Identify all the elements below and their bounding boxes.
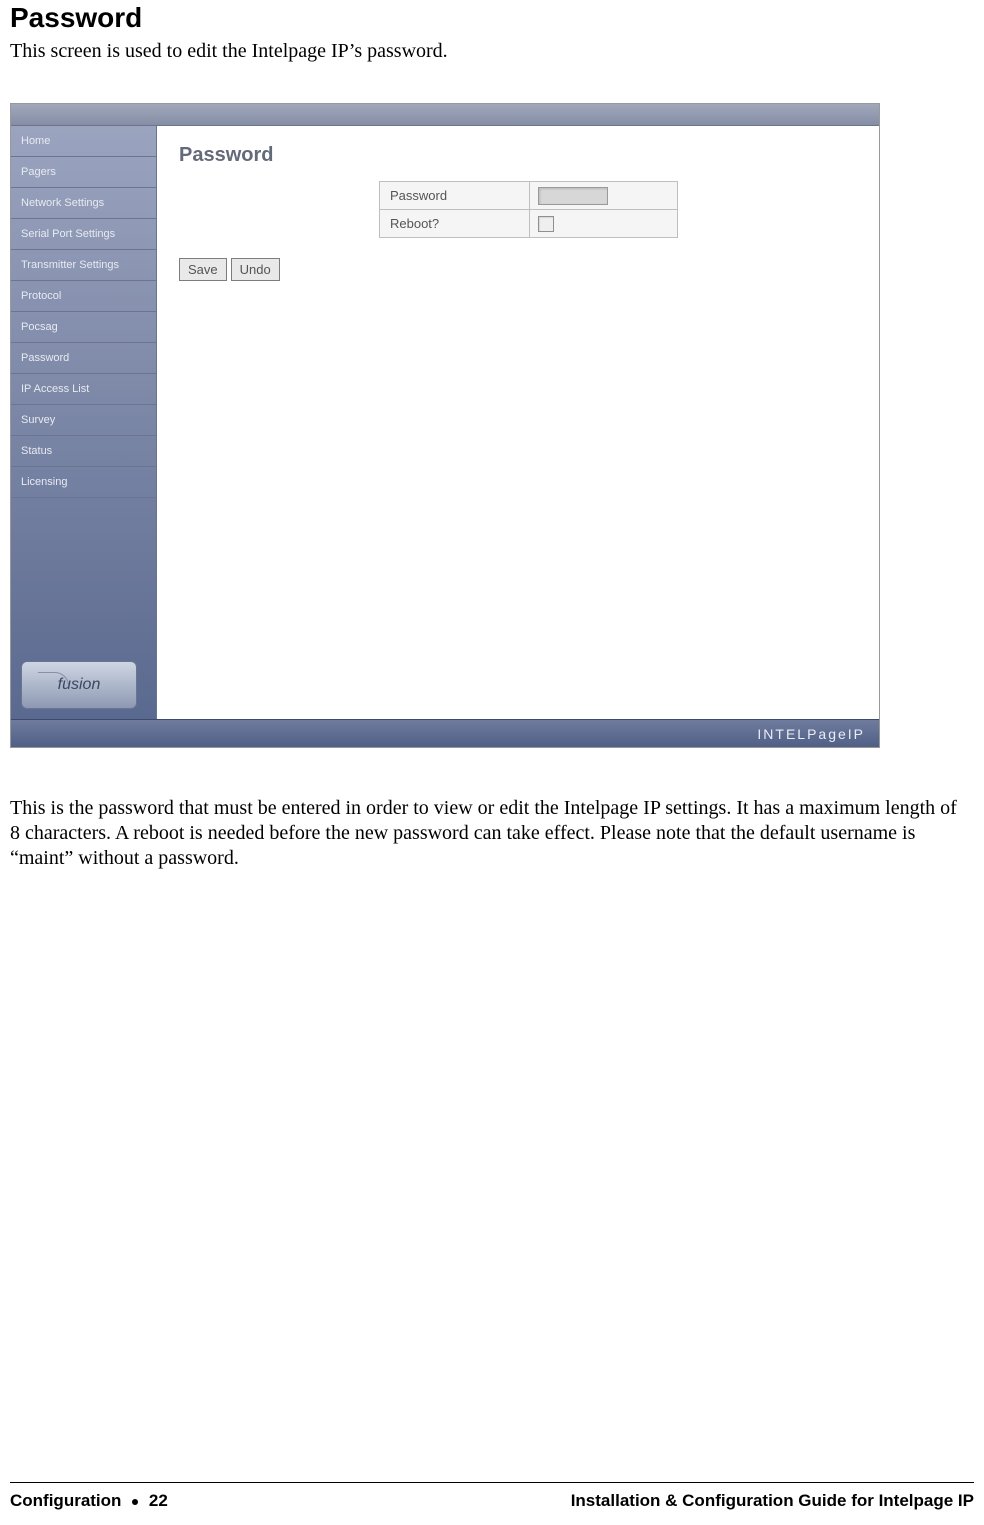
table-row: Password bbox=[380, 182, 678, 210]
sidebar-item-licensing[interactable]: Licensing bbox=[11, 467, 156, 498]
content-panel: Password Password Reboot? bbox=[157, 126, 879, 719]
reboot-checkbox[interactable] bbox=[538, 216, 554, 232]
footer-pagenum: 22 bbox=[149, 1491, 168, 1510]
reboot-label: Reboot? bbox=[380, 210, 530, 238]
footer-rule bbox=[10, 1482, 974, 1483]
app-footer: INTELPageIP bbox=[11, 719, 879, 747]
page-footer: Configuration 22 Installation & Configur… bbox=[10, 1491, 974, 1511]
sidebar: Home Pagers Network Settings Serial Port… bbox=[11, 126, 157, 719]
bullet-icon bbox=[132, 1499, 138, 1505]
sidebar-item-protocol[interactable]: Protocol bbox=[11, 281, 156, 312]
sidebar-item-transmitter-settings[interactable]: Transmitter Settings bbox=[11, 250, 156, 281]
sidebar-item-home[interactable]: Home bbox=[11, 126, 156, 157]
save-button[interactable]: Save bbox=[179, 258, 227, 281]
body-paragraph: This is the password that must be entere… bbox=[10, 796, 970, 871]
sidebar-item-survey[interactable]: Survey bbox=[11, 405, 156, 436]
sidebar-item-network-settings[interactable]: Network Settings bbox=[11, 188, 156, 219]
sidebar-item-pagers[interactable]: Pagers bbox=[11, 157, 156, 188]
page-footer-right: Installation & Configuration Guide for I… bbox=[571, 1491, 974, 1511]
sidebar-item-status[interactable]: Status bbox=[11, 436, 156, 467]
app-screenshot: Home Pagers Network Settings Serial Port… bbox=[10, 103, 880, 748]
section-subtext: This screen is used to edit the Intelpag… bbox=[10, 40, 974, 63]
password-field[interactable] bbox=[538, 187, 608, 205]
footer-brand: INTELPageIP bbox=[757, 726, 865, 742]
section-heading: Password bbox=[10, 2, 974, 34]
sidebar-item-pocsag[interactable]: Pocsag bbox=[11, 312, 156, 343]
page-footer-left: Configuration 22 bbox=[10, 1491, 168, 1511]
password-label: Password bbox=[380, 182, 530, 210]
password-cell bbox=[530, 182, 678, 210]
sidebar-item-ip-access-list[interactable]: IP Access List bbox=[11, 374, 156, 405]
undo-button[interactable]: Undo bbox=[231, 258, 280, 281]
reboot-cell bbox=[530, 210, 678, 238]
footer-section: Configuration bbox=[10, 1491, 121, 1510]
fusion-logo-text: fusion bbox=[58, 676, 101, 694]
window-topbar bbox=[11, 104, 879, 126]
table-row: Reboot? bbox=[380, 210, 678, 238]
sidebar-nav: Home Pagers Network Settings Serial Port… bbox=[11, 126, 156, 498]
button-row: Save Undo bbox=[179, 258, 857, 281]
password-form-table: Password Reboot? bbox=[379, 181, 678, 238]
panel-title: Password bbox=[179, 144, 857, 167]
sidebar-item-password[interactable]: Password bbox=[11, 343, 156, 374]
sidebar-item-serial-port-settings[interactable]: Serial Port Settings bbox=[11, 219, 156, 250]
fusion-logo: fusion bbox=[21, 661, 137, 709]
